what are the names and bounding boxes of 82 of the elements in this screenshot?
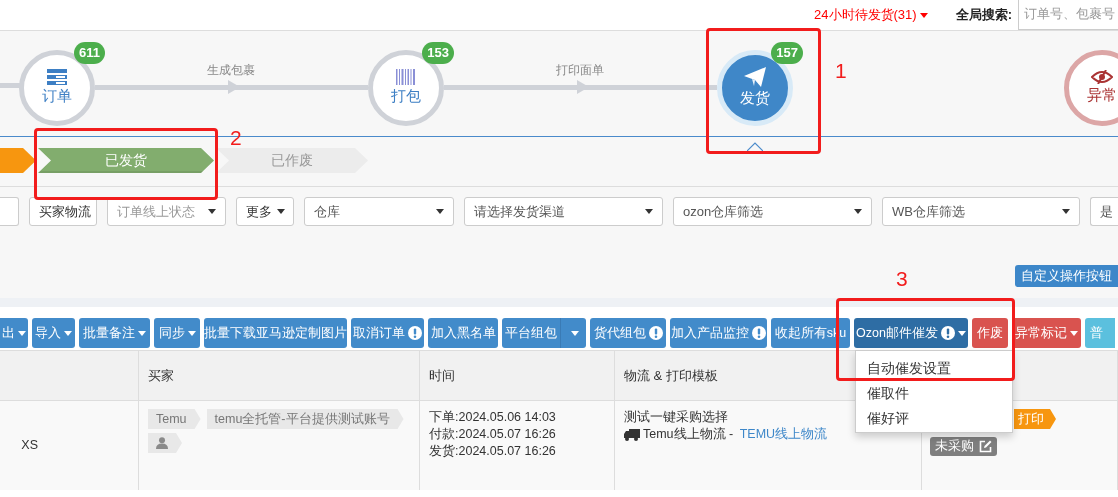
paper-plane-icon [744,67,766,87]
step-label: 订单 [42,87,72,106]
filter-select[interactable]: 请选择发货渠道 [464,197,663,226]
count-badge: 153 [422,41,454,64]
more-menu-button[interactable]: 更多 [236,197,294,226]
eye-slash-icon [1091,70,1113,84]
toolbar-button[interactable]: 异常标记 [1012,318,1081,348]
toolbar-button[interactable]: 加入黑名单 [428,318,498,348]
step-label: 打包 [391,87,421,106]
alert-icon [408,326,422,340]
list-icon [47,69,67,85]
toolbar-button[interactable]: 同步 [154,318,200,348]
menu-item[interactable]: 催取件 [867,385,909,402]
filter-select[interactable]: WB仓库筛选 [882,197,1080,226]
product-name: XS [21,437,38,454]
menu-item[interactable]: 催好评 [867,410,909,427]
split-button[interactable]: 平台组包 [502,318,586,348]
caret-icon [1062,209,1070,214]
logistics-link[interactable]: TEMU线上物流 [739,426,828,443]
step-label: 异常 [1087,86,1117,105]
platform-tag: Temu [148,409,201,429]
connector-label: 生成包裹 [207,61,255,79]
workflow-step[interactable]: 异常 [1064,49,1118,126]
caret-icon [64,330,72,336]
count-badge: 157 [771,41,803,64]
alert-icon [940,326,955,340]
filter-select[interactable]: ozon仓库筛选 [673,197,872,226]
arrow-icon [228,79,240,94]
caret-icon [854,209,862,214]
pointer-notch [747,141,763,151]
search-label: 全局搜索: [955,6,1012,24]
logistics-carrier: Temu线上物流 - [643,426,735,443]
column-header: 时间 [420,351,615,401]
step-label: 发货 [740,89,770,108]
column-header: 买家 [139,351,420,401]
time-line: 下单:2024.05.06 14:03 [429,409,556,426]
caret-icon [138,330,146,336]
alert-icon [752,326,766,340]
truck-icon [624,428,640,441]
status-tab[interactable] [0,148,36,173]
toolbar-button[interactable]: 加入产品监控 [670,318,767,348]
custom-actions-button[interactable]: 自定义操作按钮 [1015,265,1118,287]
toolbar-button[interactable]: Ozon邮件催发 [854,318,968,348]
caret-icon [957,330,966,336]
annotation-number: 1 [835,62,847,80]
search-field[interactable]: 订单号、包裹号 [1018,0,1118,30]
print-tag: 打印 [1014,409,1056,429]
caret-icon [187,330,196,336]
status-tab[interactable]: 已作废 [216,148,368,173]
caret-icon [208,209,216,214]
toolbar-button[interactable]: 货代组包 [590,318,666,348]
logistics-note: 测试一键采购选择 [624,409,728,426]
toolbar-button[interactable]: 批量备注 [79,318,150,348]
toolbar-button[interactable]: 批量下载亚马逊定制图片 [204,318,347,348]
arrow-icon [577,79,589,94]
pending-shipment-link[interactable]: 24小时待发货(31) [814,6,928,24]
barcode-icon [396,69,416,85]
purchase-status-badge[interactable]: 未采购 [930,437,997,456]
toolbar-button[interactable]: 普 [1085,318,1115,348]
time-line: 付款:2024.05.07 16:26 [429,426,556,443]
toolbar-button[interactable]: 出 [0,318,28,348]
caret-icon [277,209,285,214]
edit-icon [979,440,992,453]
caret-icon [919,12,928,18]
filter-select[interactable]: 仓库 [304,197,454,226]
caret-icon [436,209,444,214]
caret-icon [571,330,579,336]
count-badge: 611 [74,41,105,64]
caret-icon [18,330,26,336]
person-icon [156,437,168,449]
toolbar-button[interactable]: 取消订单 [351,318,424,348]
caret-icon [645,209,653,214]
annotation-number: 3 [896,270,908,288]
toolbar-button[interactable]: 作废 [972,318,1008,348]
shop-tag: temu全托管-平台提供测试账号 [206,409,404,429]
filter-select[interactable]: 是 [1090,197,1118,226]
status-tab[interactable]: 已发货 [38,148,214,173]
toolbar-button[interactable]: 导入 [32,318,75,348]
alert-icon [648,326,663,340]
caret-icon [1070,330,1078,336]
connector-label: 打印面单 [556,61,604,79]
time-line: 发货:2024.05.07 16:26 [429,443,556,460]
